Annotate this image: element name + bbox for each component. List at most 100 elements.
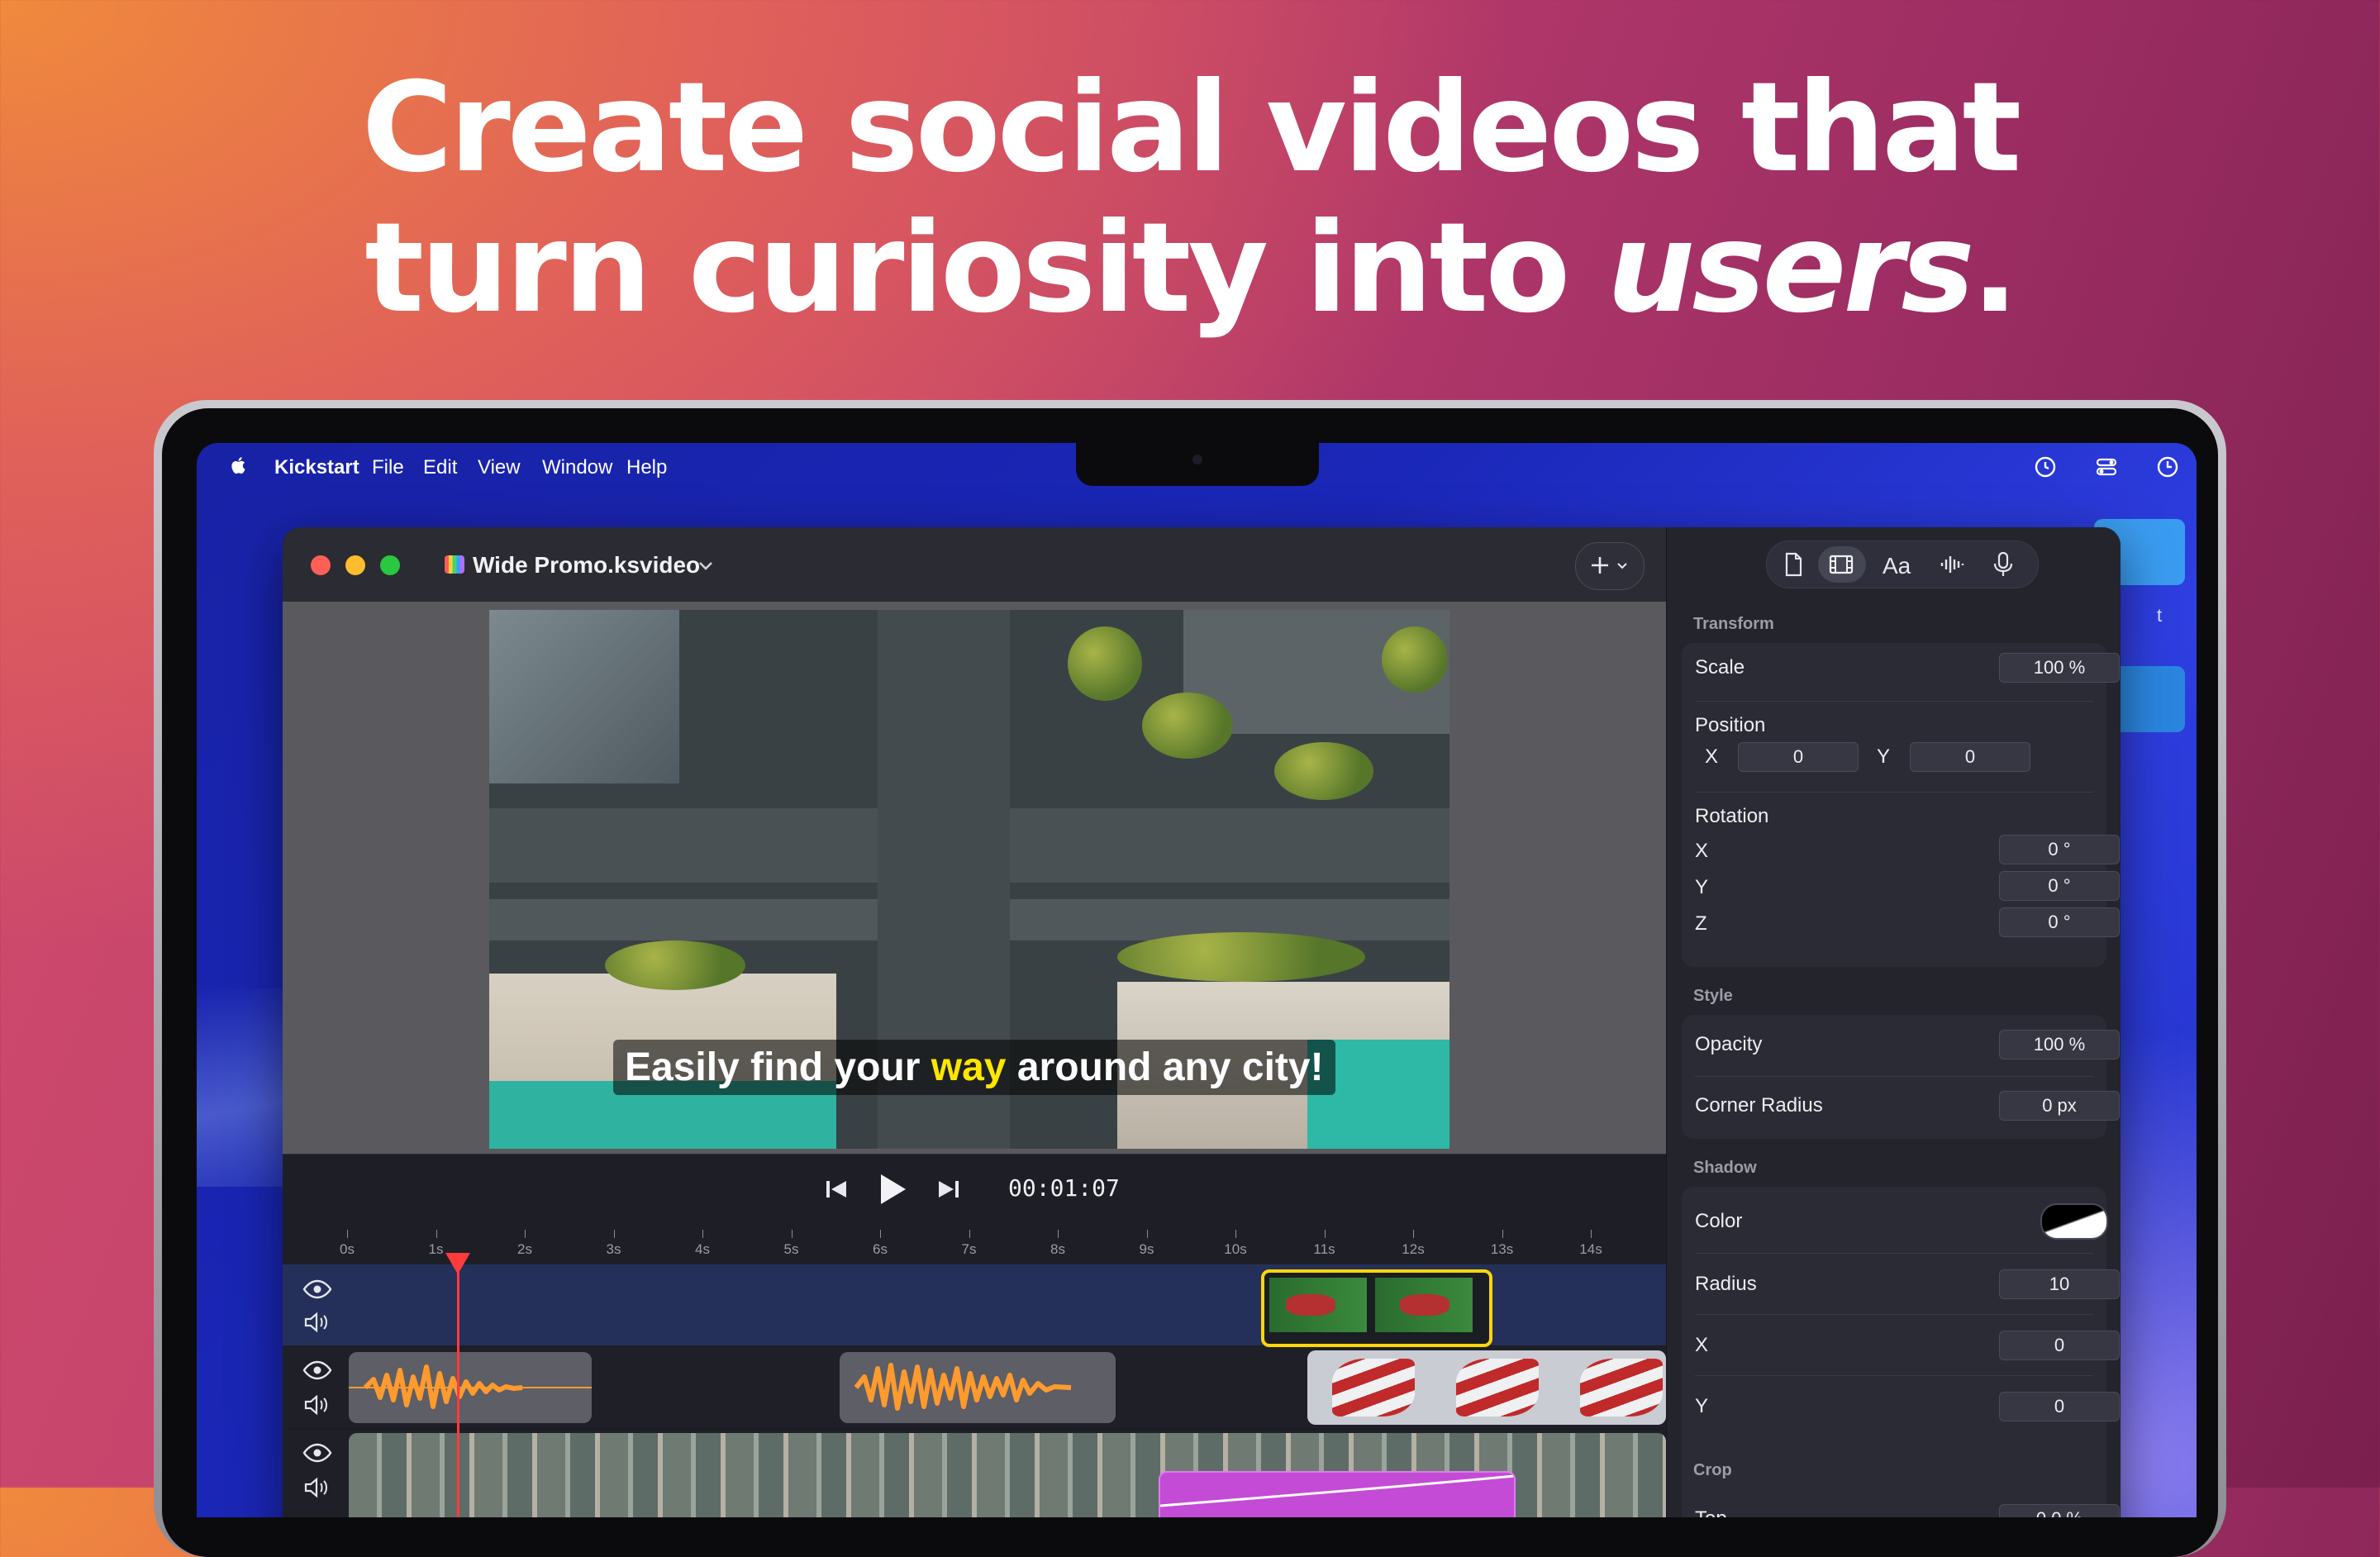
tree <box>1117 932 1365 982</box>
speaker-icon[interactable] <box>302 1476 332 1499</box>
section-title-transform: Transform <box>1693 615 1774 633</box>
eye-icon[interactable] <box>302 1441 332 1464</box>
track-header <box>283 1264 349 1345</box>
ruler-tick <box>1146 1230 1148 1238</box>
ruler-tick-label: 4s <box>695 1241 710 1257</box>
opacity-field[interactable]: 100 % <box>1999 1030 2120 1059</box>
corner-radius-field[interactable]: 0 px <box>1999 1091 2120 1121</box>
eye-icon[interactable] <box>302 1359 332 1382</box>
caption-highlight-word: way <box>931 1045 1007 1089</box>
ruler-tick-label: 12s <box>1402 1241 1425 1257</box>
position-x-label: X <box>1705 745 1719 768</box>
skip-forward-icon[interactable] <box>932 1173 965 1206</box>
position-label: Position <box>1695 714 1766 736</box>
audio-waveform <box>349 1364 592 1409</box>
shadow-y-label: Y <box>1695 1395 1709 1417</box>
shadow-color-swatch[interactable] <box>2040 1203 2108 1240</box>
ruler-tick-label: 7s <box>961 1241 977 1257</box>
flag-video-clip[interactable] <box>1307 1350 1666 1425</box>
rotation-x-field[interactable]: 0 ° <box>1999 835 2120 864</box>
menu-edit[interactable]: Edit <box>423 456 457 479</box>
film-icon[interactable] <box>1826 550 1856 579</box>
position-y-field[interactable]: 0 <box>1910 742 2030 772</box>
close-button[interactable] <box>311 555 331 575</box>
position-y-label: Y <box>1877 745 1891 768</box>
text-icon[interactable]: Aa <box>1883 553 1911 579</box>
document-title[interactable]: Wide Promo.ksvideo <box>473 552 700 579</box>
minimize-button[interactable] <box>345 555 365 575</box>
playhead-handle[interactable] <box>445 1253 471 1274</box>
rotation-y-field[interactable]: 0 ° <box>1999 871 2120 901</box>
ruler-tick-label: 8s <box>1050 1241 1065 1257</box>
add-media-button[interactable] <box>1575 542 1645 590</box>
camera-notch <box>1076 443 1319 486</box>
ruler-tick-label: 2s <box>517 1241 532 1257</box>
shadow-color-label: Color <box>1695 1210 1743 1232</box>
crop-top-field[interactable]: 0.0 % <box>1999 1504 2120 1517</box>
selected-video-clip[interactable] <box>1261 1269 1492 1347</box>
ruler-tick-label: 14s <box>1579 1241 1602 1257</box>
document-type-icon <box>445 555 464 574</box>
microphone-icon[interactable] <box>1988 550 2018 579</box>
rotation-y-label: Y <box>1695 876 1709 898</box>
position-x-field[interactable]: 0 <box>1738 742 1859 772</box>
scale-field[interactable]: 100 % <box>1999 653 2120 683</box>
divider <box>1695 1076 2093 1077</box>
playhead-line[interactable] <box>457 1261 460 1517</box>
inspector-panel: Aa Transform Scale 100 % Position X 0 Y … <box>1666 527 2121 1517</box>
shadow-group: Color Radius 10 X 0 Y 0 <box>1682 1187 2120 1517</box>
video-caption[interactable]: Easily find your way around any city! <box>613 1040 1335 1095</box>
shadow-x-field[interactable]: 0 <box>1999 1331 2120 1360</box>
apple-icon[interactable] <box>228 455 250 476</box>
magenta-title-clip[interactable] <box>1159 1471 1516 1517</box>
audio-waveform-icon[interactable] <box>1937 550 1967 579</box>
audio-waveform <box>854 1363 1072 1411</box>
ruler-tick-label: 13s <box>1490 1241 1514 1257</box>
audio-clip[interactable] <box>349 1352 592 1423</box>
caption-text: Easily find your <box>625 1045 931 1089</box>
zoom-button[interactable] <box>380 555 400 575</box>
ruler-tick-label: 10s <box>1224 1241 1247 1257</box>
transform-group: Scale 100 % Position X 0 Y 0 Rotation X … <box>1682 643 2120 967</box>
ruler-tick-label: 9s <box>1139 1241 1154 1257</box>
document-icon[interactable] <box>1778 550 1808 579</box>
speaker-icon[interactable] <box>302 1311 332 1334</box>
ruler-tick <box>1591 1230 1592 1238</box>
control-center-icon[interactable] <box>2094 455 2119 479</box>
speaker-icon[interactable] <box>302 1393 332 1417</box>
tree <box>1382 626 1448 693</box>
headline-period: . <box>1971 197 2019 340</box>
video-preview[interactable]: Easily find your way around any city! <box>489 610 1449 1149</box>
menu-window[interactable]: Window <box>542 456 612 479</box>
menu-view[interactable]: View <box>478 456 521 479</box>
rotation-label: Rotation <box>1695 805 1769 827</box>
ruler-tick-label: 5s <box>783 1241 799 1257</box>
audio-clip[interactable] <box>840 1352 1116 1423</box>
shadow-radius-field[interactable]: 10 <box>1999 1269 2120 1299</box>
ruler-tick <box>969 1230 970 1238</box>
ruler-tick <box>1324 1230 1326 1238</box>
timeline-ruler[interactable]: 0s 1s 2s 3s 4s 5s 6s 7s 8s 9s 10s 11s 12s 13s 14s <box>283 1223 1666 1264</box>
history-icon[interactable] <box>2033 455 2058 479</box>
clock-icon[interactable] <box>2155 455 2180 479</box>
ruler-tick <box>525 1230 526 1238</box>
eye-icon[interactable] <box>302 1278 332 1301</box>
rotation-z-field[interactable]: 0 ° <box>1999 907 2120 937</box>
title-bar: Wide Promo.ksvideo <box>283 527 1666 602</box>
track-header <box>283 1430 349 1517</box>
ruler-tick <box>880 1230 881 1238</box>
transport-bar: 00:01:07 <box>283 1154 1666 1224</box>
shadow-y-field[interactable]: 0 <box>1999 1392 2120 1421</box>
section-title-shadow: Shadow <box>1693 1159 1757 1177</box>
headline-line-2-text: turn curiosity into <box>364 197 1607 340</box>
skip-back-icon[interactable] <box>820 1173 853 1206</box>
play-icon[interactable] <box>871 1169 911 1209</box>
menu-file[interactable]: File <box>372 456 404 479</box>
menu-help[interactable]: Help <box>626 456 667 479</box>
ruler-tick <box>613 1230 615 1238</box>
laptop-bezel: t Kickstart File Edit View Window Help W… <box>162 408 2218 1557</box>
chevron-down-icon[interactable] <box>696 555 716 575</box>
headline: Create social videos that turn curiosity… <box>0 58 2380 339</box>
desktop-screen: t Kickstart File Edit View Window Help W… <box>197 443 2197 1517</box>
menu-app-name[interactable]: Kickstart <box>274 456 359 479</box>
